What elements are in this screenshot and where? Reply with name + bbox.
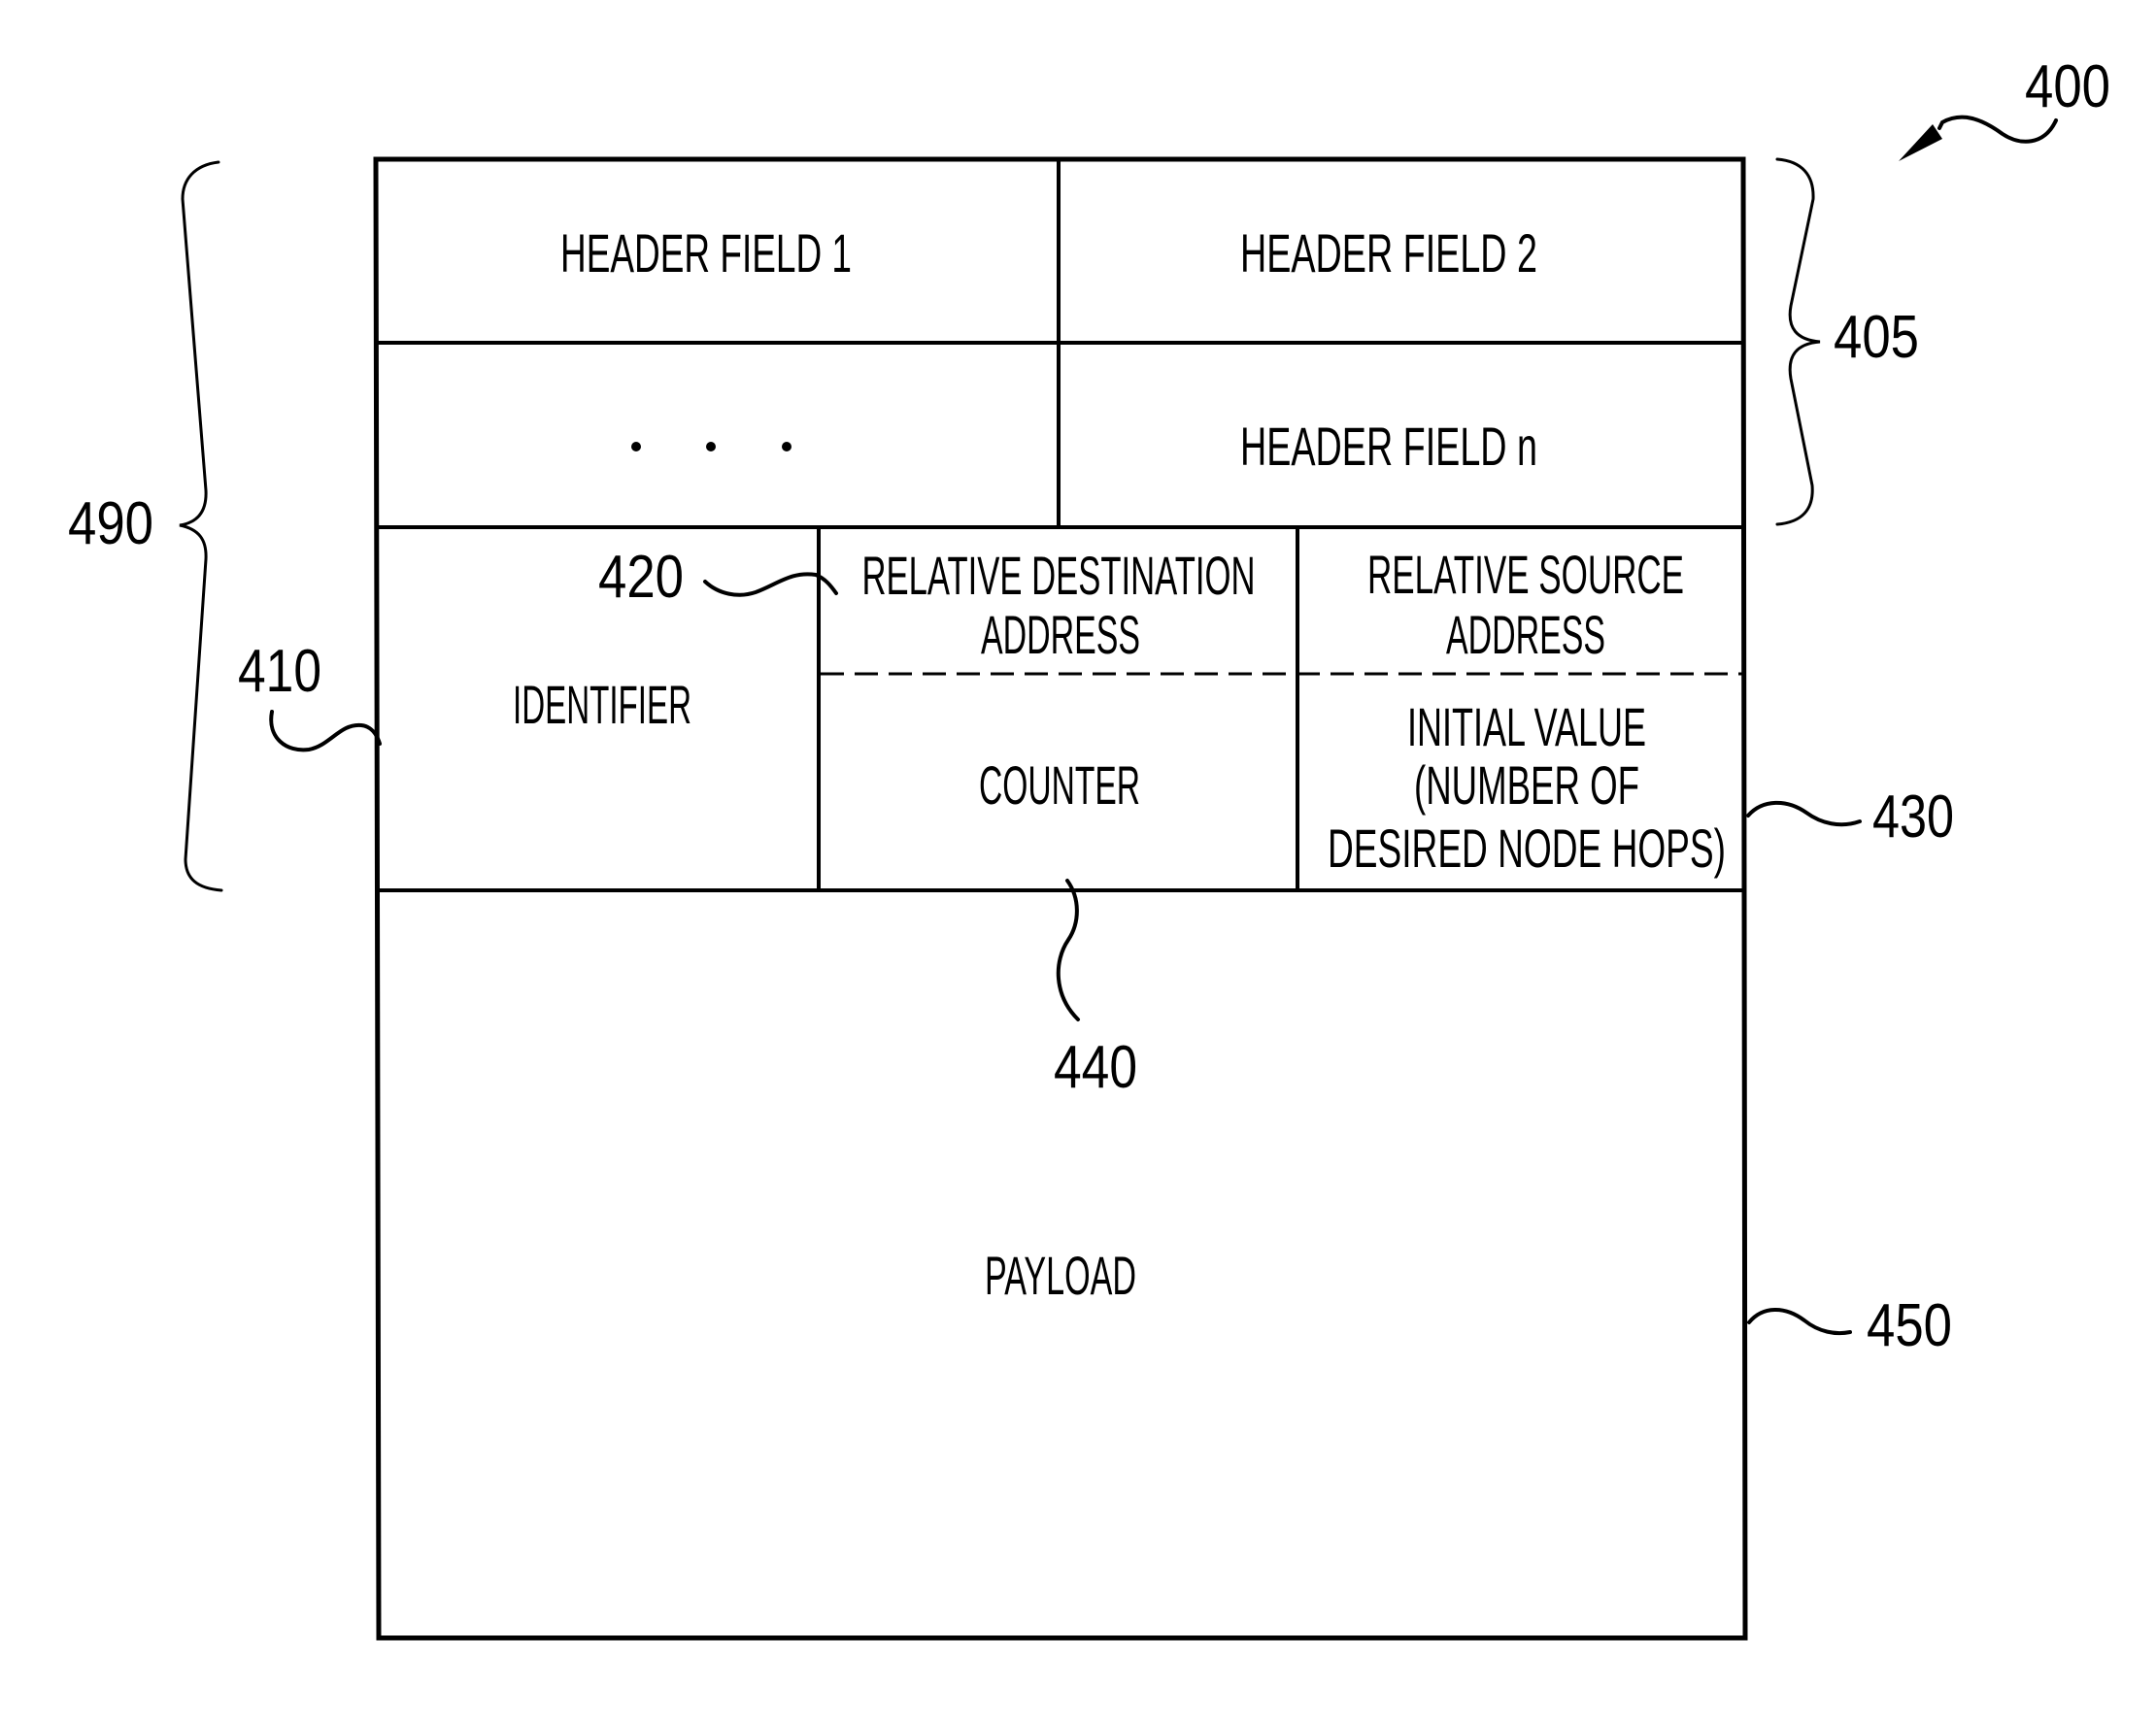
counter-label: COUNTER (979, 754, 1140, 816)
relative-source-address-line-1: RELATIVE SOURCE (1367, 544, 1684, 605)
reference-number-420: 420 (598, 544, 684, 611)
reference-440: 440 (1054, 879, 1137, 1101)
initial-value-line-3: DESIRED NODE HOPS) (1328, 818, 1726, 879)
header-field-2-label: HEADER FIELD 2 (1240, 222, 1537, 284)
header-fields-brace (1775, 157, 1821, 526)
header-field-n-label: HEADER FIELD n (1240, 416, 1537, 477)
overall-header-brace (179, 160, 223, 892)
reference-number-430: 430 (1872, 784, 1954, 851)
reference-number-450: 450 (1867, 1292, 1952, 1359)
reference-420-leader (703, 572, 838, 597)
reference-400: 400 (1899, 53, 2110, 161)
initial-value-line-1: INITIAL VALUE (1407, 696, 1646, 757)
ellipsis-dot (631, 442, 641, 451)
identifier-label: IDENTIFIER (513, 674, 691, 735)
reference-400-leader (1937, 115, 2058, 144)
reference-410-leader (269, 710, 382, 752)
packet-format-diagram: HEADER FIELD 1 HEADER FIELD 2 HEADER FIE… (68, 53, 2110, 1641)
reference-490: 490 (68, 160, 223, 892)
reference-number-405: 405 (1834, 304, 1919, 371)
relative-source-address-line-2: ADDRESS (1446, 604, 1605, 665)
reference-405: 405 (1775, 157, 1919, 526)
reference-number-440: 440 (1054, 1034, 1137, 1101)
header-field-1-label: HEADER FIELD 1 (560, 222, 852, 284)
reference-number-400: 400 (2025, 53, 2110, 120)
payload-label: PAYLOAD (985, 1245, 1136, 1306)
relative-destination-address-line-1: RELATIVE DESTINATION (862, 545, 1256, 606)
header-ellipsis (631, 442, 792, 451)
ellipsis-dot (782, 442, 792, 451)
reference-420: 420 (598, 544, 838, 611)
relative-destination-address-line-2: ADDRESS (981, 604, 1140, 665)
reference-number-490: 490 (68, 490, 153, 557)
packet-structure (373, 156, 1748, 1641)
reference-430: 430 (1746, 784, 1954, 851)
reference-410: 410 (238, 638, 382, 752)
arrowhead-icon (1899, 124, 1942, 161)
reference-430-leader (1746, 800, 1862, 827)
reference-440-leader (1056, 879, 1080, 1021)
reference-number-410: 410 (238, 638, 321, 705)
reference-450: 450 (1747, 1292, 1952, 1359)
initial-value-line-2: (NUMBER OF (1414, 754, 1639, 816)
reference-450-leader (1747, 1308, 1852, 1336)
ellipsis-dot (706, 442, 716, 451)
